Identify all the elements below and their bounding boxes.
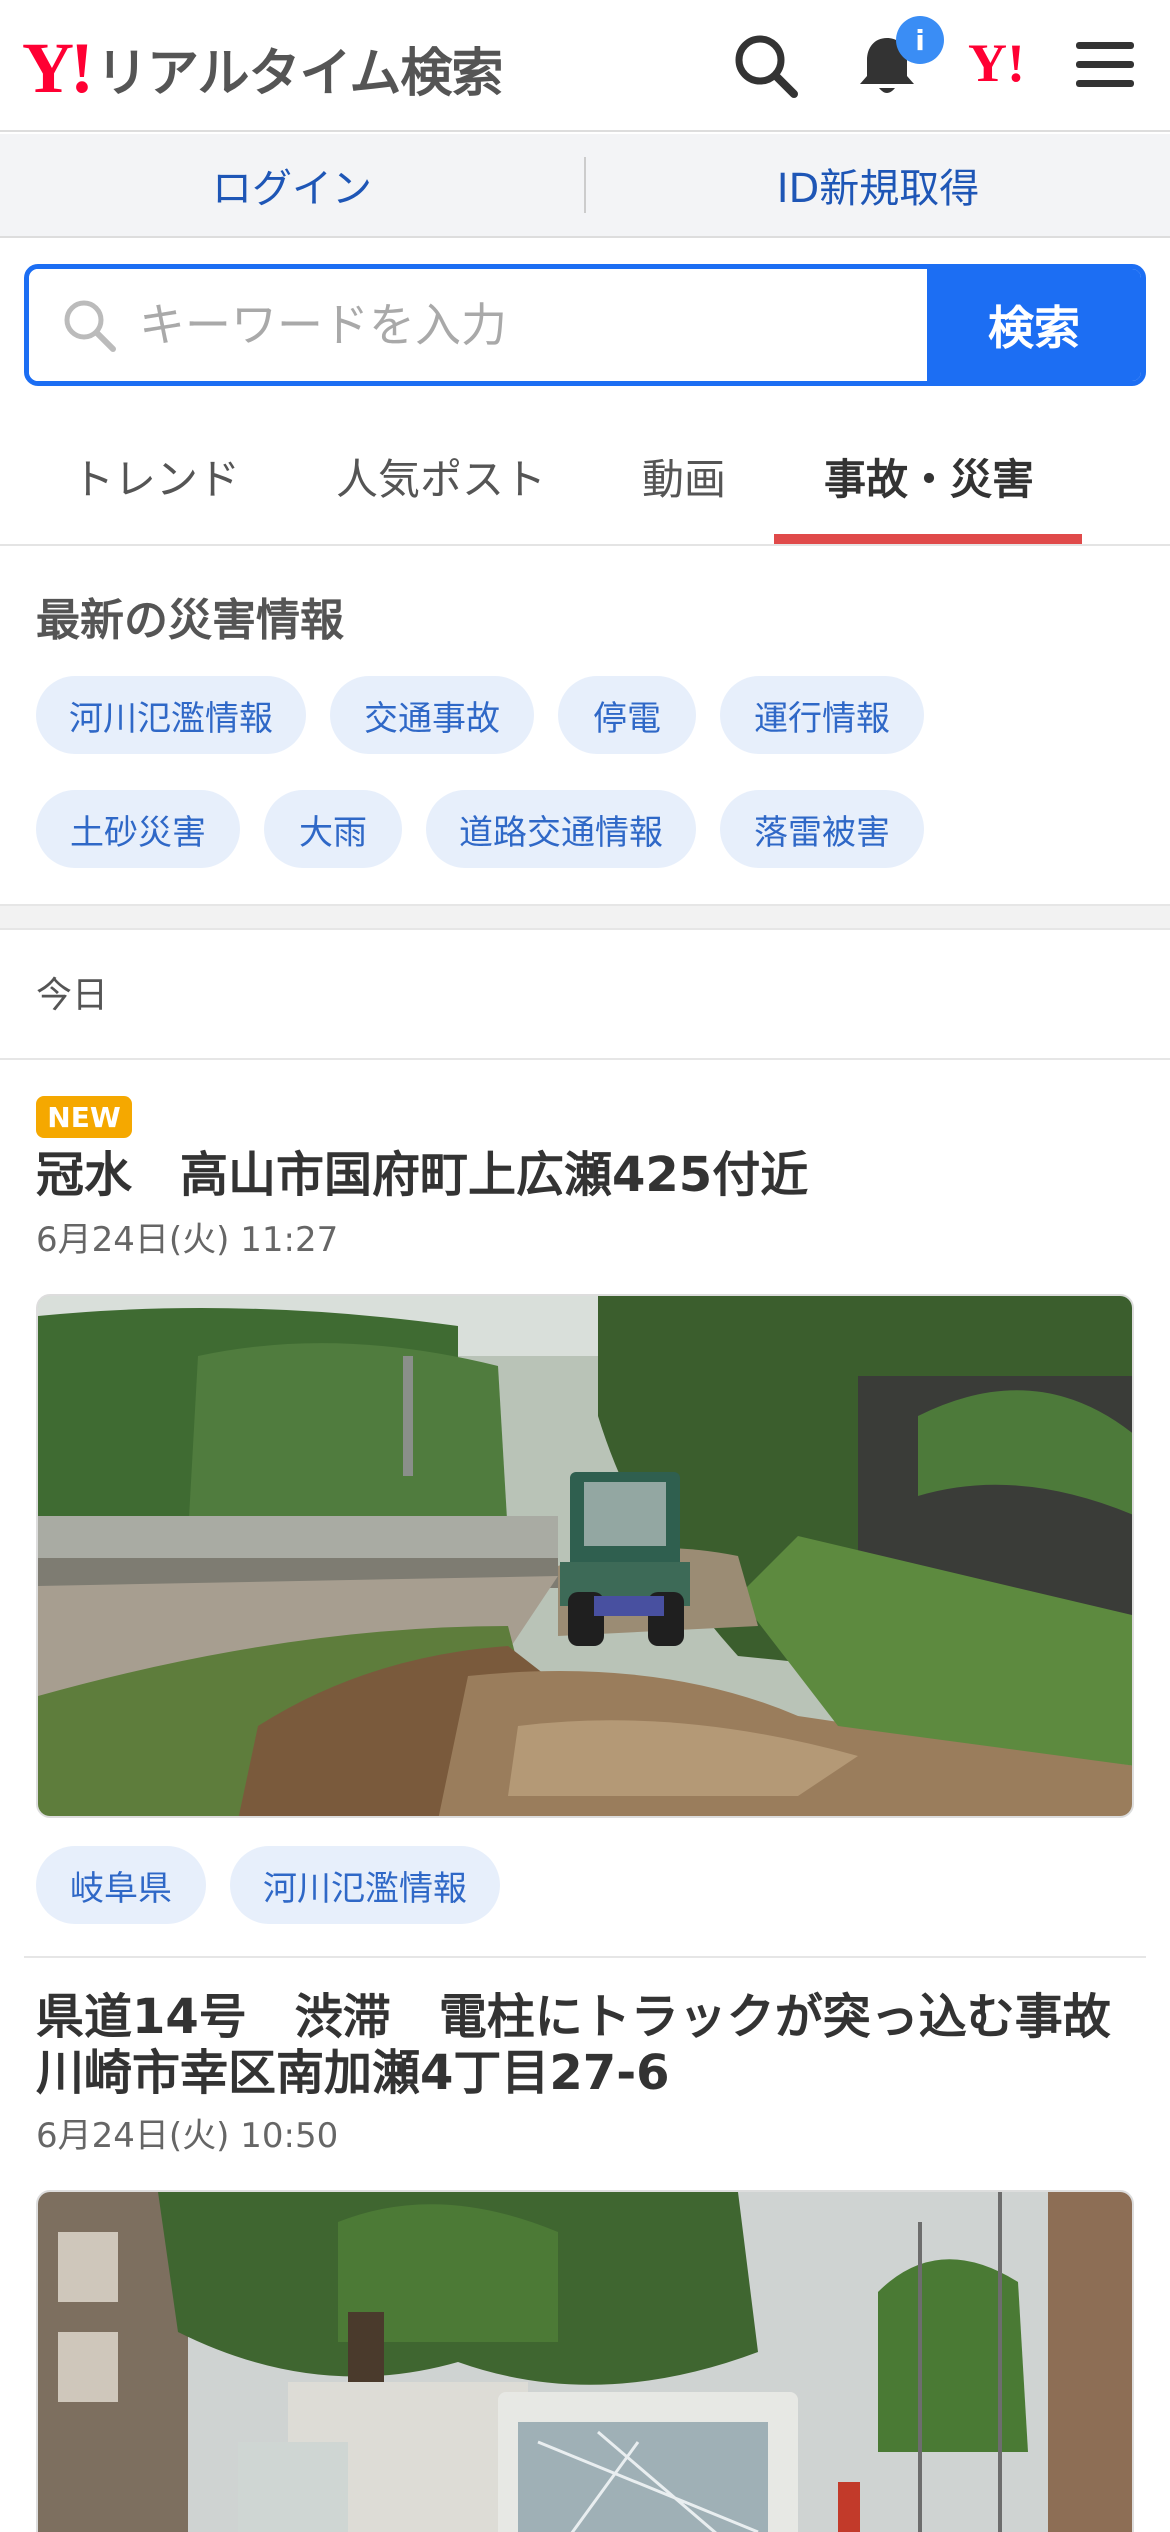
article-date: 6月24日(火) 11:27 — [36, 1220, 339, 1260]
category-tabs: トレンド 人気ポスト 動画 事故・災害 — [0, 410, 1170, 546]
search-field — [29, 269, 927, 381]
article-title-line2[interactable]: 川崎市幸区南加瀬4丁目27-6 — [36, 2044, 670, 2102]
search-bar: 検索 — [24, 264, 1146, 386]
chip-heavy-rain[interactable]: 大雨 — [264, 790, 402, 868]
tab-trend[interactable]: トレンド — [72, 446, 240, 507]
new-badge: NEW — [36, 1096, 132, 1138]
login-bar: ログイン ID新規取得 — [0, 134, 1170, 238]
active-tab-indicator — [774, 534, 1082, 544]
notification-badge: i — [896, 16, 944, 64]
app-header: Y! リアルタイム検索 i Y! — [0, 0, 1170, 132]
site-logo[interactable]: Y! リアルタイム検索 — [22, 28, 503, 108]
menu-icon[interactable] — [1070, 30, 1140, 100]
search-icon — [64, 300, 116, 352]
tag-river-flood[interactable]: 河川氾濫情報 — [230, 1846, 500, 1924]
chip-landslide[interactable]: 土砂災害 — [36, 790, 240, 868]
disaster-section-title: 最新の災害情報 — [36, 595, 344, 646]
article-divider — [24, 1956, 1146, 1958]
chip-power-outage[interactable]: 停電 — [558, 676, 696, 754]
chip-river-flood[interactable]: 河川氾濫情報 — [36, 676, 306, 754]
search-input[interactable] — [29, 269, 927, 381]
tab-video[interactable]: 動画 — [642, 446, 726, 507]
article-date: 6月24日(火) 10:50 — [36, 2116, 339, 2156]
date-section-label: 今日 — [36, 975, 109, 1016]
date-section-divider — [0, 1058, 1170, 1060]
yahoo-logo-mark: Y! — [22, 28, 94, 108]
search-icon[interactable] — [730, 30, 800, 100]
article-title[interactable]: 冠水 高山市国府町上広瀬425付近 — [36, 1146, 808, 1204]
chip-lightning-damage[interactable]: 落雷被害 — [720, 790, 924, 868]
yahoo-icon[interactable]: Y! — [968, 36, 1025, 90]
chip-traffic-accident[interactable]: 交通事故 — [330, 676, 534, 754]
tab-accident-disaster[interactable]: 事故・災害 — [824, 446, 1034, 507]
tab-popular-posts[interactable]: 人気ポスト — [336, 446, 546, 507]
chip-service-info[interactable]: 運行情報 — [720, 676, 924, 754]
register-link[interactable]: ID新規取得 — [586, 156, 1170, 214]
article-photo-flood[interactable] — [36, 1294, 1134, 1818]
section-divider — [0, 904, 1170, 930]
article-photo-truck-accident[interactable] — [36, 2190, 1134, 2532]
site-title: リアルタイム検索 — [95, 43, 503, 104]
chip-road-traffic[interactable]: 道路交通情報 — [426, 790, 696, 868]
tag-gifu[interactable]: 岐阜県 — [36, 1846, 206, 1924]
search-button[interactable]: 検索 — [927, 269, 1141, 381]
login-link[interactable]: ログイン — [0, 156, 584, 214]
article-title[interactable]: 県道14号 渋滞 電柱にトラックが突っ込む事故 — [36, 1988, 1111, 2046]
